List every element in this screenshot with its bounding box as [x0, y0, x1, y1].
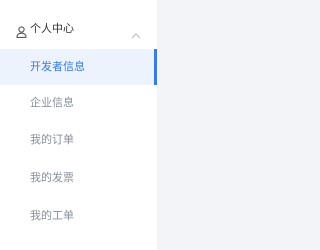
- sidebar-item-label: 我的发票: [30, 171, 74, 184]
- sidebar-item-my-tickets[interactable]: 我的工单: [0, 198, 157, 234]
- sidebar-item-label: 企业信息: [30, 96, 74, 109]
- sidebar-item-label: 开发者信息: [30, 60, 85, 73]
- sidebar: 个人中心 开发者信息 企业信息 我的订单 我的发票 我的工单: [0, 0, 157, 250]
- sidebar-item-label: 我的工单: [30, 209, 74, 222]
- sidebar-item-my-orders[interactable]: 我的订单: [0, 122, 157, 158]
- sidebar-item-developer-info[interactable]: 开发者信息: [0, 49, 157, 85]
- sidebar-item-label: 我的订单: [30, 133, 74, 146]
- sidebar-item-my-invoices[interactable]: 我的发票: [0, 160, 157, 196]
- chevron-up-icon[interactable]: [131, 24, 141, 39]
- group-label: 个人中心: [30, 22, 74, 35]
- group-header-personal-center[interactable]: 个人中心: [0, 14, 157, 44]
- main-content-area: [157, 0, 207, 250]
- user-icon: [16, 23, 27, 38]
- sidebar-item-company-info[interactable]: 企业信息: [0, 85, 157, 121]
